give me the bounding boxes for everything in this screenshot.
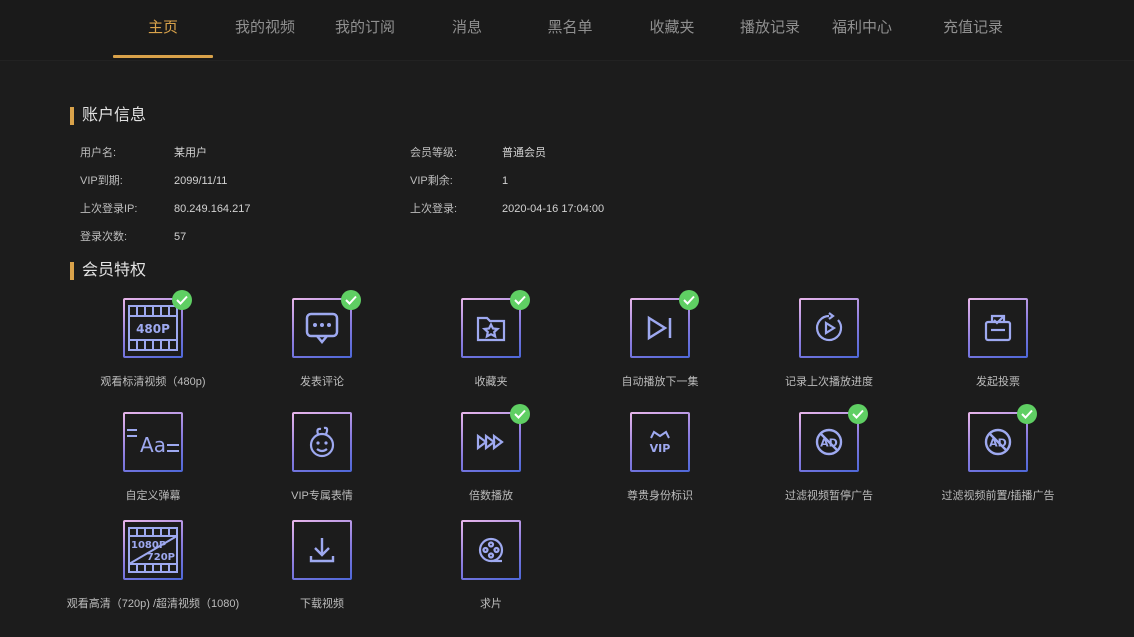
film-720p-text: 720P <box>147 552 175 563</box>
tab-messages[interactable]: 消息 <box>437 0 497 58</box>
privilege-vip-emoji: VIP专属表情 <box>237 412 407 512</box>
check-icon <box>510 404 530 424</box>
check-icon <box>341 290 361 310</box>
vip-remaining-value: 1 <box>502 175 509 187</box>
vip-crown-icon: VIP <box>630 412 690 472</box>
vip-remaining-label: VIP剩余: <box>410 175 453 187</box>
privilege-label: 求片 <box>480 598 502 610</box>
privilege-comment: 发表评论 <box>237 290 407 398</box>
last-ip-label: 上次登录IP: <box>80 203 138 215</box>
danmaku-icon-text: Aa <box>140 433 166 457</box>
film-1080p-text: 1080P <box>131 540 166 551</box>
privilege-favorites: 收藏夹 <box>406 290 576 398</box>
check-icon <box>848 404 868 424</box>
check-icon <box>510 290 530 310</box>
privilege-resume-progress: 记录上次播放进度 <box>744 298 914 398</box>
check-icon <box>172 290 192 310</box>
film-480p-text: 480P <box>136 322 170 336</box>
danmaku-text-icon: Aa <box>123 412 183 472</box>
film-hd-icon: 1080P 720P <box>123 520 183 580</box>
check-icon <box>1017 404 1037 424</box>
login-count-label: 登录次数: <box>80 231 128 243</box>
member-level-value: 普通会员 <box>502 147 546 159</box>
username-label: 用户名: <box>80 147 117 159</box>
check-icon <box>679 290 699 310</box>
privilege-480p: 480P 观看标清视频（480p) <box>68 290 238 398</box>
privilege-label: 过滤视频前置/插播广告 <box>941 490 1055 502</box>
privilege-speed-play: 倍数播放 <box>406 404 576 512</box>
privilege-vip-badge: VIP 尊贵身份标识 <box>575 412 745 512</box>
tab-my-videos[interactable]: 我的视频 <box>225 0 305 58</box>
tab-welfare-center[interactable]: 福利中心 <box>822 0 902 58</box>
privilege-download: 下载视频 <box>237 520 407 620</box>
member-level-label: 会员等级: <box>410 147 458 159</box>
ad-icon-text: AD <box>989 437 1007 450</box>
login-count-value: 57 <box>174 231 187 243</box>
vote-box-icon <box>968 298 1028 358</box>
account-section-title: 账户信息 <box>70 106 146 126</box>
emoji-face-icon <box>292 412 352 472</box>
tab-my-subscriptions[interactable]: 我的订阅 <box>325 0 405 58</box>
privilege-request-film: 求片 <box>406 520 576 620</box>
privileges-section-title: 会员特权 <box>70 261 146 281</box>
last-login-value: 2020-04-16 17:04:00 <box>502 203 605 215</box>
vip-expire-value: 2099/11/11 <box>174 175 228 187</box>
vip-icon-text: VIP <box>650 442 671 455</box>
top-navigation: 主页 我的视频 我的订阅 消息 黑名单 收藏夹 播放记录 福利中心 充值记录 <box>0 0 1134 61</box>
tab-home[interactable]: 主页 <box>113 0 213 58</box>
vip-expire-label: VIP到期: <box>80 175 123 187</box>
last-ip-value: 80.249.164.217 <box>174 203 251 215</box>
privilege-autoplay-next: 自动播放下一集 <box>575 290 745 398</box>
privilege-hd-video: 1080P 720P 观看高清（720p) /超清视频（1080) <box>67 520 239 620</box>
tab-blacklist[interactable]: 黑名单 <box>535 0 605 58</box>
privilege-vote: 发起投票 <box>913 298 1083 398</box>
last-login-label: 上次登录: <box>410 203 458 215</box>
tab-play-history[interactable]: 播放记录 <box>730 0 810 58</box>
tab-recharge-records[interactable]: 充值记录 <box>933 0 1013 58</box>
ad-icon-text: AD <box>820 437 838 450</box>
tab-favorites[interactable]: 收藏夹 <box>637 0 707 58</box>
username-value: 某用户 <box>174 147 207 159</box>
film-reel-icon <box>461 520 521 580</box>
privilege-label: 发起投票 <box>976 376 1020 388</box>
privilege-custom-danmaku: Aa 自定义弹幕 <box>68 412 238 512</box>
privilege-filter-preroll-ads: AD 过滤视频前置/插播广告 <box>913 404 1083 512</box>
replay-progress-icon <box>799 298 859 358</box>
download-icon <box>292 520 352 580</box>
privilege-filter-pause-ads: AD 过滤视频暂停广告 <box>744 404 914 512</box>
